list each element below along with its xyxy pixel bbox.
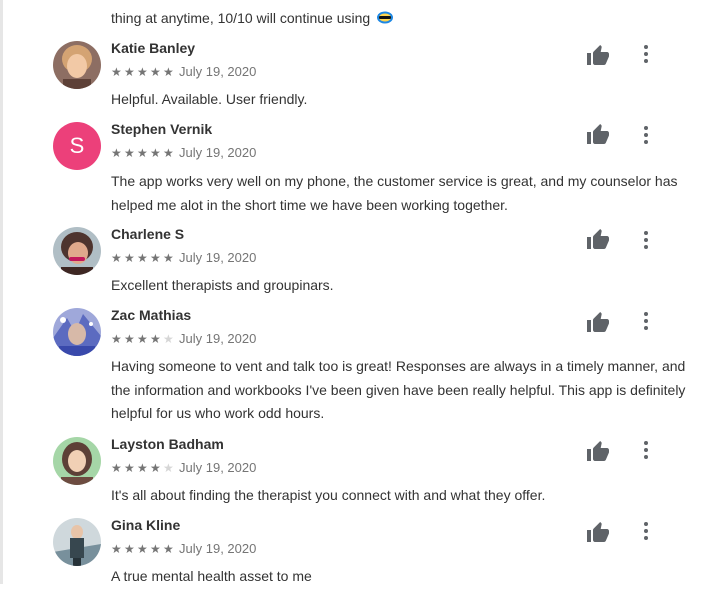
- star-filled-icon: ★: [137, 461, 148, 475]
- more-vert-icon[interactable]: [636, 521, 656, 541]
- more-vert-icon[interactable]: [636, 44, 656, 64]
- left-border: [0, 0, 3, 584]
- star-filled-icon: ★: [124, 542, 135, 556]
- review-text: Excellent therapists and groupinars.: [111, 277, 334, 293]
- star-filled-icon: ★: [111, 542, 122, 556]
- reviewer-name: Charlene S: [111, 226, 185, 242]
- rating-row: ★ ★ ★ ★ ★ July 19, 2020: [111, 145, 256, 161]
- star-empty-icon: ★: [163, 332, 174, 346]
- reviewer-name: Gina Kline: [111, 517, 181, 533]
- avatar: [53, 437, 101, 485]
- star-filled-icon: ★: [163, 251, 174, 265]
- star-filled-icon: ★: [163, 65, 174, 79]
- star-filled-icon: ★: [124, 146, 135, 160]
- star-filled-icon: ★: [111, 332, 122, 346]
- star-filled-icon: ★: [137, 332, 148, 346]
- avatar: [53, 308, 101, 356]
- star-filled-icon: ★: [111, 65, 122, 79]
- avatar: [53, 41, 101, 89]
- star-filled-icon: ★: [150, 461, 161, 475]
- star-filled-icon: ★: [124, 65, 135, 79]
- avatar: S: [53, 122, 101, 170]
- review-text: The app works very well on my phone, the…: [111, 173, 678, 213]
- star-filled-icon: ★: [111, 251, 122, 265]
- rating-row: ★ ★ ★ ★ ★ July 19, 2020: [111, 64, 256, 80]
- review-date: July 19, 2020: [179, 145, 257, 160]
- more-vert-icon[interactable]: [636, 311, 656, 331]
- review-date: July 19, 2020: [179, 460, 257, 475]
- star-filled-icon: ★: [137, 65, 148, 79]
- star-filled-icon: ★: [124, 461, 135, 475]
- star-filled-icon: ★: [124, 251, 135, 265]
- rating-row: ★ ★ ★ ★ ★ July 19, 2020: [111, 250, 256, 266]
- star-filled-icon: ★: [150, 542, 161, 556]
- star-filled-icon: ★: [137, 542, 148, 556]
- review-text: It's all about finding the therapist you…: [111, 487, 546, 503]
- thumb-up-icon[interactable]: [586, 521, 610, 545]
- review-text: A true mental health asset to me: [111, 568, 312, 584]
- star-rating: ★ ★ ★ ★ ★: [111, 540, 176, 557]
- star-filled-icon: ★: [111, 461, 122, 475]
- review-date: July 19, 2020: [179, 541, 257, 556]
- avatar: [53, 518, 101, 566]
- review-text: Helpful. Available. User friendly.: [111, 91, 308, 107]
- thumb-up-icon[interactable]: [586, 123, 610, 147]
- rating-row: ★ ★ ★ ★ ★ July 19, 2020: [111, 541, 256, 557]
- star-filled-icon: ★: [150, 146, 161, 160]
- star-filled-icon: ★: [150, 251, 161, 265]
- star-rating: ★ ★ ★ ★ ★: [111, 330, 176, 347]
- thumb-up-icon[interactable]: [586, 440, 610, 464]
- review-date: July 19, 2020: [179, 250, 257, 265]
- star-filled-icon: ★: [137, 251, 148, 265]
- sunglasses-emoji-icon: [376, 9, 394, 29]
- avatar: [53, 227, 101, 275]
- thumb-up-icon[interactable]: [586, 311, 610, 335]
- star-filled-icon: ★: [150, 332, 161, 346]
- star-rating: ★ ★ ★ ★ ★: [111, 249, 176, 266]
- review-date: July 19, 2020: [179, 331, 257, 346]
- reviewer-name: Zac Mathias: [111, 307, 192, 323]
- star-rating: ★ ★ ★ ★ ★: [111, 63, 176, 80]
- rating-row: ★ ★ ★ ★ ★ July 19, 2020: [111, 331, 256, 347]
- review-date: July 19, 2020: [179, 64, 257, 79]
- previous-review-text-fragment: thing at anytime, 10/10 will continue us…: [111, 8, 394, 29]
- star-empty-icon: ★: [163, 461, 174, 475]
- thumb-up-icon[interactable]: [586, 44, 610, 68]
- rating-row: ★ ★ ★ ★ ★ July 19, 2020: [111, 460, 256, 476]
- more-vert-icon[interactable]: [636, 125, 656, 145]
- star-filled-icon: ★: [111, 146, 122, 160]
- more-vert-icon[interactable]: [636, 440, 656, 460]
- thumb-up-icon[interactable]: [586, 228, 610, 252]
- reviewer-name: Layston Badham: [111, 436, 224, 452]
- star-filled-icon: ★: [163, 146, 174, 160]
- star-filled-icon: ★: [163, 542, 174, 556]
- star-rating: ★ ★ ★ ★ ★: [111, 144, 176, 161]
- review-text: Having someone to vent and talk too is g…: [111, 358, 686, 421]
- star-rating: ★ ★ ★ ★ ★: [111, 459, 176, 476]
- star-filled-icon: ★: [150, 65, 161, 79]
- reviewer-name: Stephen Vernik: [111, 121, 213, 137]
- more-vert-icon[interactable]: [636, 230, 656, 250]
- star-filled-icon: ★: [137, 146, 148, 160]
- reviewer-name: Katie Banley: [111, 40, 196, 56]
- star-filled-icon: ★: [124, 332, 135, 346]
